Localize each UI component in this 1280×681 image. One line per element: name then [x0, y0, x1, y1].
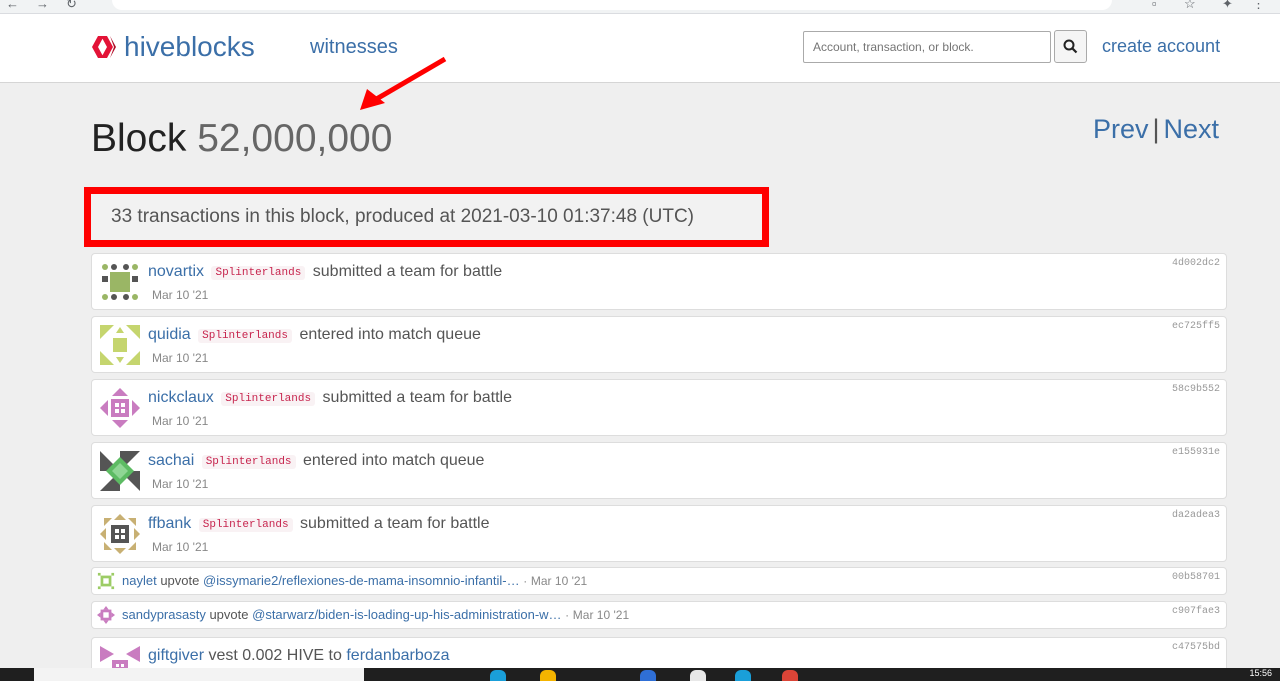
transaction-row[interactable]: nickclaux Splinterlands submitted a team… — [91, 379, 1227, 436]
tx-hash-link[interactable]: ec725ff5 — [1172, 321, 1220, 332]
search-icon — [1063, 39, 1078, 54]
block-summary: 33 transactions in this block, produced … — [111, 206, 694, 227]
transaction-text: giftgiver vest 0.002 HIVE to ferdanbarbo… — [148, 647, 450, 665]
tx-user-link[interactable]: nickclaux — [148, 389, 214, 406]
tx-hash-link[interactable]: da2adea3 — [1172, 510, 1220, 521]
tx-hash-link[interactable]: e155931e — [1172, 447, 1220, 458]
avatar-icon — [97, 606, 115, 624]
avatar-icon — [102, 264, 138, 300]
star-icon[interactable]: ☆ — [1184, 0, 1196, 12]
brand-name: hiveblocks — [124, 31, 255, 62]
transfer-text: vest 0.002 HIVE to — [208, 647, 342, 664]
avatar-icon — [97, 572, 115, 590]
tx-action: submitted a team for battle — [300, 515, 490, 532]
vote-separator: · — [523, 574, 528, 588]
transaction-row[interactable]: ffbank Splinterlands submitted a team fo… — [91, 505, 1227, 562]
vote-text: naylet upvote @issymarie2/reflexiones-de… — [122, 573, 587, 588]
tx-hash-link[interactable]: 00b58701 — [1172, 572, 1220, 583]
reload-icon[interactable]: ↻ — [66, 0, 77, 12]
transaction-row[interactable]: quidia Splinterlands entered into match … — [91, 316, 1227, 373]
bookmark-page-icon[interactable]: ▫ — [1152, 0, 1157, 11]
transaction-text: quidia Splinterlands entered into match … — [148, 326, 481, 344]
avatar-icon — [100, 451, 140, 491]
page-title: Block 52,000,000 — [91, 117, 392, 161]
vote-date: Mar 10 '21 — [572, 608, 630, 622]
brand-link[interactable]: hiveblocks — [90, 31, 255, 63]
vote-user-link[interactable]: sandyprasasty — [122, 607, 206, 622]
annotation-highlight-box: 33 transactions in this block, produced … — [84, 187, 769, 247]
vote-verb: upvote — [160, 573, 200, 588]
vote-user-link[interactable]: naylet — [122, 573, 157, 588]
hive-logo-icon — [92, 36, 116, 58]
forward-icon[interactable]: → — [36, 0, 49, 11]
tx-date: Mar 10 '21 — [152, 540, 209, 554]
tx-date: Mar 10 '21 — [152, 414, 209, 428]
tx-user-link[interactable]: novartix — [148, 263, 204, 280]
transaction-row[interactable]: sachai Splinterlands entered into match … — [91, 442, 1227, 499]
app-tag: Splinterlands — [201, 455, 296, 469]
os-taskbar: 15:56 — [0, 668, 1280, 681]
app-tag: Splinterlands — [211, 266, 306, 280]
transaction-text: nickclaux Splinterlands submitted a team… — [148, 389, 512, 407]
transaction-text: novartix Splinterlands submitted a team … — [148, 263, 502, 281]
pagination-separator: | — [1152, 114, 1160, 144]
search-button[interactable] — [1054, 30, 1087, 63]
block-number: 52,000,000 — [197, 117, 393, 160]
app-tag: Splinterlands — [221, 392, 316, 406]
app-icon[interactable] — [690, 670, 706, 681]
create-account-link[interactable]: create account — [1102, 36, 1220, 57]
avatar-icon — [100, 325, 140, 365]
vote-date: Mar 10 '21 — [530, 574, 588, 588]
store-icon[interactable] — [640, 670, 656, 681]
tx-hash-link[interactable]: 4d002dc2 — [1172, 258, 1220, 269]
transaction-text: sachai Splinterlands entered into match … — [148, 452, 484, 470]
tx-hash-link[interactable]: c907fae3 — [1172, 606, 1220, 617]
tx-hash-link[interactable]: 58c9b552 — [1172, 384, 1220, 395]
site-header: hiveblocks witnesses create account — [0, 14, 1280, 83]
vote-text: sandyprasasty upvote @starwarz/biden-is-… — [122, 607, 629, 622]
browser-toolbar: ← → ↻ ▫ ☆ ✦ ⋮ — [0, 0, 1280, 14]
tx-user-link[interactable]: sachai — [148, 452, 194, 469]
next-link[interactable]: Next — [1164, 114, 1220, 144]
vote-post-link[interactable]: @starwarz/biden-is-loading-up-his-admini… — [252, 607, 561, 622]
tx-hash-link[interactable]: c47575bd — [1172, 642, 1220, 653]
tx-user-link[interactable]: quidia — [148, 326, 191, 343]
extensions-icon[interactable]: ✦ — [1222, 0, 1233, 12]
transaction-row[interactable]: novartix Splinterlands submitted a team … — [91, 253, 1227, 310]
search-input[interactable] — [803, 31, 1051, 63]
prev-link[interactable]: Prev — [1093, 114, 1149, 144]
annotation-arrow-icon — [360, 56, 447, 110]
tx-action: submitted a team for battle — [312, 263, 503, 280]
tx-date: Mar 10 '21 — [152, 477, 209, 491]
app-tag: Splinterlands — [198, 518, 293, 532]
vote-row[interactable]: naylet upvote @issymarie2/reflexiones-de… — [91, 567, 1227, 595]
block-label: Block — [91, 117, 187, 160]
folder-icon[interactable] — [540, 670, 556, 681]
avatar-icon — [100, 514, 140, 554]
vote-separator: · — [565, 608, 570, 622]
vote-row[interactable]: sandyprasasty upvote @starwarz/biden-is-… — [91, 601, 1227, 629]
pagination: Prev | Next — [1093, 114, 1219, 145]
tx-date: Mar 10 '21 — [152, 351, 209, 365]
app-icon[interactable] — [735, 670, 751, 681]
chrome-icon[interactable] — [782, 670, 798, 681]
transfer-target-link[interactable]: ferdanbarboza — [346, 647, 449, 664]
edge-icon[interactable] — [490, 670, 506, 681]
app-tag: Splinterlands — [198, 329, 292, 343]
clock: 15:56 — [1249, 668, 1272, 678]
taskbar-search[interactable] — [34, 668, 364, 681]
back-icon[interactable]: ← — [6, 0, 19, 11]
address-bar[interactable] — [112, 0, 1112, 10]
tx-user-link[interactable]: giftgiver — [148, 647, 204, 664]
vote-post-link[interactable]: @issymarie2/reflexiones-de-mama-insomnio… — [203, 573, 520, 588]
avatar-icon — [100, 388, 140, 428]
tx-action: entered into match queue — [299, 326, 481, 343]
tx-action: entered into match queue — [302, 452, 485, 469]
vote-verb: upvote — [209, 607, 249, 622]
menu-icon[interactable]: ⋮ — [1252, 0, 1265, 12]
tx-action: submitted a team for battle — [322, 389, 512, 406]
tx-user-link[interactable]: ffbank — [148, 515, 191, 532]
tx-date: Mar 10 '21 — [152, 288, 209, 302]
transaction-text: ffbank Splinterlands submitted a team fo… — [148, 515, 489, 533]
